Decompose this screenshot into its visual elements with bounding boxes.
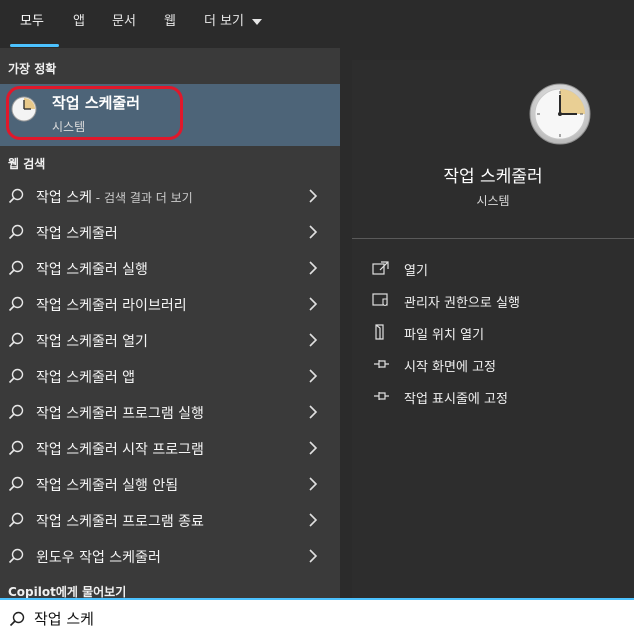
search-icon xyxy=(8,548,24,564)
detail-title: 작업 스케줄러 xyxy=(443,167,543,187)
search-icon xyxy=(8,224,24,240)
action-label: 작업 표시줄에 고정 xyxy=(404,392,508,407)
query-text: 작업 스케줄러 앱 xyxy=(36,370,136,386)
chevron-right-icon xyxy=(309,261,318,275)
web-search-item-label: 작업 스케 - 검색 결과 더 보기 xyxy=(36,187,193,207)
chevron-right-icon xyxy=(309,189,318,203)
web-search-item[interactable]: 작업 스케 - 검색 결과 더 보기 xyxy=(0,179,340,213)
best-match-heading: 가장 정확 xyxy=(8,62,57,76)
web-search-item-label: 작업 스케줄러 열기 xyxy=(36,331,148,351)
query-text: 작업 스케줄러 라이브러리 xyxy=(36,298,187,314)
query-text: 작업 스케줄러 시작 프로그램 xyxy=(36,442,204,458)
web-search-item[interactable]: 작업 스케줄러 실행 안됨 xyxy=(0,467,340,501)
query-text: 작업 스케줄러 실행 xyxy=(36,262,148,278)
open-icon xyxy=(372,261,389,275)
web-search-item-label: 윈도우 작업 스케줄러 xyxy=(36,547,161,567)
action-label: 열기 xyxy=(404,264,428,279)
web-search-heading: 웹 검색 xyxy=(8,157,46,171)
search-icon xyxy=(8,260,24,276)
web-search-item[interactable]: 작업 스케줄러 앱 xyxy=(0,359,340,393)
search-icon xyxy=(8,440,24,456)
query-text: 작업 스케줄러 프로그램 실행 xyxy=(36,406,204,422)
chevron-right-icon xyxy=(309,405,318,419)
action-label: 파일 위치 열기 xyxy=(404,328,485,343)
web-search-item-label: 작업 스케줄러 실행 xyxy=(36,259,148,279)
tab-more[interactable]: 더 보기 xyxy=(204,12,263,32)
query-text: 작업 스케줄러 프로그램 종료 xyxy=(36,514,204,530)
query-text: 작업 스케줄러 xyxy=(36,226,118,242)
chevron-right-icon xyxy=(309,441,318,455)
search-icon xyxy=(8,404,24,420)
search-bar xyxy=(0,598,634,637)
web-search-item[interactable]: 작업 스케줄러 라이브러리 xyxy=(0,287,340,321)
web-search-item-label: 작업 스케줄러 라이브러리 xyxy=(36,295,187,315)
chevron-right-icon xyxy=(309,225,318,239)
search-icon xyxy=(8,332,24,348)
chevron-down-icon xyxy=(252,18,263,25)
web-search-item-label: 작업 스케줄러 xyxy=(36,223,118,243)
action-pin-to-taskbar[interactable]: 작업 표시줄에 고정 xyxy=(372,386,612,408)
chevron-right-icon xyxy=(309,369,318,383)
action-open[interactable]: 열기 xyxy=(372,258,612,280)
chevron-right-icon xyxy=(309,333,318,347)
folder-icon xyxy=(375,324,384,340)
search-icon xyxy=(8,512,24,528)
web-search-item-label: 작업 스케줄러 프로그램 실행 xyxy=(36,403,204,423)
clock-icon xyxy=(529,83,591,145)
query-text: 작업 스케줄러 열기 xyxy=(36,334,148,350)
action-run-as-admin[interactable]: 관리자 권한으로 실행 xyxy=(372,290,612,312)
search-icon xyxy=(8,296,24,312)
web-search-item-label: 작업 스케줄러 시작 프로그램 xyxy=(36,439,204,459)
web-search-item-label: 작업 스케줄러 프로그램 종료 xyxy=(36,511,204,531)
pin-icon xyxy=(374,360,389,368)
web-search-item[interactable]: 작업 스케줄러 열기 xyxy=(0,323,340,357)
tab-all[interactable]: 모두 xyxy=(20,12,44,32)
action-open-file-location[interactable]: 파일 위치 열기 xyxy=(372,322,612,344)
pin-icon xyxy=(374,392,389,400)
query-text: 작업 스케줄러 실행 안됨 xyxy=(36,478,179,494)
action-pin-to-start[interactable]: 시작 화면에 고정 xyxy=(372,354,612,376)
search-icon xyxy=(8,368,24,384)
search-icon xyxy=(9,611,25,627)
web-search-item-label: 작업 스케줄러 실행 안됨 xyxy=(36,475,178,495)
divider xyxy=(352,238,634,239)
query-text: 작업 스케 xyxy=(36,190,92,206)
tab-documents[interactable]: 문서 xyxy=(112,12,136,32)
tab-apps[interactable]: 앱 xyxy=(73,12,85,32)
web-search-item-label: 작업 스케줄러 앱 xyxy=(36,367,135,387)
chevron-right-icon xyxy=(309,513,318,527)
filter-tabs: 모두 앱 문서 웹 더 보기 xyxy=(0,0,634,48)
tab-more-label: 더 보기 xyxy=(204,14,245,29)
chevron-right-icon xyxy=(309,549,318,563)
annotation-highlight xyxy=(6,86,183,140)
tab-web[interactable]: 웹 xyxy=(164,12,176,32)
web-search-item[interactable]: 윈도우 작업 스케줄러 xyxy=(0,539,340,573)
web-search-item[interactable]: 작업 스케줄러 프로그램 실행 xyxy=(0,395,340,429)
query-text: 윈도우 작업 스케줄러 xyxy=(36,550,161,566)
detail-subtitle: 시스템 xyxy=(476,194,510,208)
web-search-item[interactable]: 작업 스케줄러 프로그램 종료 xyxy=(0,503,340,537)
chevron-right-icon xyxy=(309,297,318,311)
web-search-item[interactable]: 작업 스케줄러 실행 xyxy=(0,251,340,285)
search-input[interactable] xyxy=(34,607,594,629)
shield-icon xyxy=(372,293,388,307)
web-search-item[interactable]: 작업 스케줄러 시작 프로그램 xyxy=(0,431,340,465)
search-icon xyxy=(8,188,24,204)
web-search-item[interactable]: 작업 스케줄러 xyxy=(0,215,340,249)
active-tab-indicator xyxy=(10,44,59,47)
query-suffix: - 검색 결과 더 보기 xyxy=(91,191,193,205)
action-label: 시작 화면에 고정 xyxy=(404,360,496,375)
action-label: 관리자 권한으로 실행 xyxy=(404,296,520,311)
chevron-right-icon xyxy=(309,477,318,491)
search-icon xyxy=(8,476,24,492)
